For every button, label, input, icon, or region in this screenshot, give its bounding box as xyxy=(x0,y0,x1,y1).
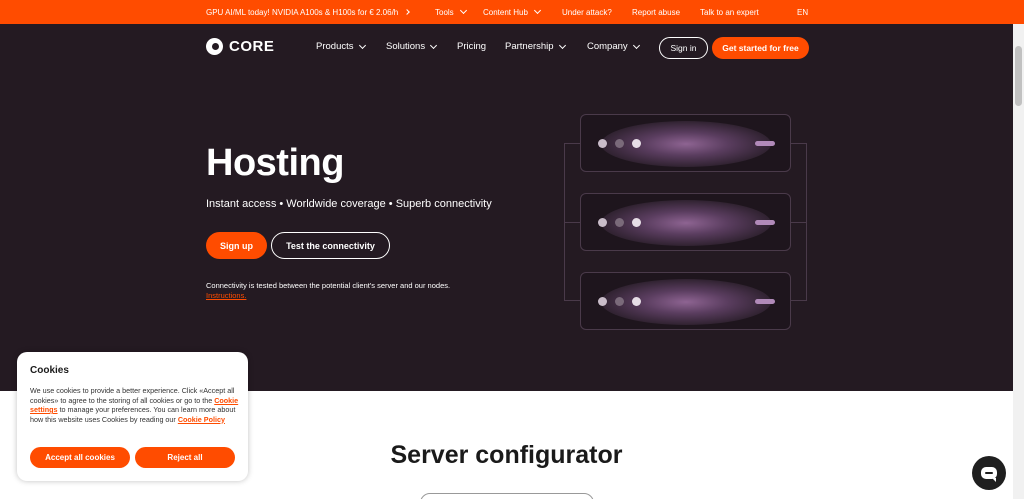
chevron-down-icon xyxy=(459,6,467,15)
server-light xyxy=(632,297,641,306)
server-indicator xyxy=(755,220,775,225)
server-glow xyxy=(601,121,771,167)
hero-subtitle: Instant access • Worldwide coverage • Su… xyxy=(206,198,492,210)
nav-products[interactable]: Products xyxy=(316,41,366,52)
nav-products-label: Products xyxy=(316,41,354,52)
nav-partnership-label: Partnership xyxy=(505,41,554,52)
cookie-policy-link[interactable]: Cookie Policy xyxy=(178,415,225,424)
nav-pricing[interactable]: Pricing xyxy=(457,41,486,52)
sign-up-button[interactable]: Sign up xyxy=(206,232,267,259)
promo-text: GPU AI/ML today! NVIDIA A100s & H100s fo… xyxy=(206,7,399,17)
server-icon xyxy=(580,114,791,172)
server-light xyxy=(632,218,641,227)
report-abuse-link[interactable]: Report abuse xyxy=(632,0,680,24)
cookie-banner: Cookies We use cookies to provide a bett… xyxy=(17,352,248,481)
hero-title: Hosting xyxy=(206,142,344,184)
chevron-down-icon xyxy=(632,41,640,49)
chevron-down-icon xyxy=(430,41,438,49)
server-icon xyxy=(580,193,791,251)
server-light xyxy=(615,297,624,306)
chevron-down-icon xyxy=(358,41,366,49)
chevron-right-icon xyxy=(404,9,411,15)
page-scrollbar[interactable] xyxy=(1013,24,1024,499)
under-attack-link[interactable]: Under attack? xyxy=(562,0,612,24)
instructions-link[interactable]: Instructions. xyxy=(206,291,246,300)
server-light xyxy=(615,218,624,227)
language-selector[interactable]: EN xyxy=(797,0,808,24)
logo-text: CORE xyxy=(229,38,275,55)
scrollbar-thumb[interactable] xyxy=(1015,46,1022,106)
nav-pricing-label: Pricing xyxy=(457,41,487,52)
connector-right-mid xyxy=(790,222,807,223)
tools-menu[interactable]: Tools xyxy=(435,0,467,24)
report-abuse-label: Report abuse xyxy=(632,7,681,17)
server-glow xyxy=(601,200,771,246)
top-bar: GPU AI/ML today! NVIDIA A100s & H100s fo… xyxy=(0,0,1024,24)
accept-all-cookies-button[interactable]: Accept all cookies xyxy=(30,447,130,468)
core-logo-icon xyxy=(206,38,223,55)
chat-button[interactable] xyxy=(972,456,1006,490)
content-hub-menu[interactable]: Content Hub xyxy=(483,0,541,24)
nav-company[interactable]: Company xyxy=(587,41,640,52)
sign-in-button[interactable]: Sign in xyxy=(659,37,708,59)
connector-left-mid xyxy=(564,222,581,223)
chevron-down-icon xyxy=(533,6,541,15)
talk-to-expert-label: Talk to an expert xyxy=(700,7,759,17)
under-attack-label: Under attack? xyxy=(562,7,612,17)
tools-label: Tools xyxy=(435,7,454,17)
cookie-text-part: We use cookies to provide a better exper… xyxy=(30,386,235,405)
cookie-text: We use cookies to provide a better exper… xyxy=(30,386,240,424)
connectivity-note-text: Connectivity is tested between the poten… xyxy=(206,281,451,290)
server-light xyxy=(598,218,607,227)
chevron-down-icon xyxy=(558,41,566,49)
talk-to-expert-link[interactable]: Talk to an expert xyxy=(700,0,759,24)
nav-solutions[interactable]: Solutions xyxy=(386,41,438,52)
language-label: EN xyxy=(797,7,809,17)
server-indicator xyxy=(755,299,775,304)
nav-partnership[interactable]: Partnership xyxy=(505,41,566,52)
server-light xyxy=(598,139,607,148)
server-glow xyxy=(601,279,771,325)
server-icon xyxy=(580,272,791,330)
server-light xyxy=(632,139,641,148)
cookie-title: Cookies xyxy=(30,365,69,376)
server-light xyxy=(615,139,624,148)
server-light xyxy=(598,297,607,306)
get-started-button[interactable]: Get started for free xyxy=(712,37,809,59)
content-hub-label: Content Hub xyxy=(483,7,528,17)
chat-icon xyxy=(981,467,997,482)
server-indicator xyxy=(755,141,775,146)
hero-section xyxy=(0,24,1013,391)
connectivity-note: Connectivity is tested between the poten… xyxy=(206,281,450,301)
nav-company-label: Company xyxy=(587,41,628,52)
test-connectivity-button[interactable]: Test the connectivity xyxy=(271,232,390,259)
nav-solutions-label: Solutions xyxy=(386,41,426,52)
promo-link[interactable]: GPU AI/ML today! NVIDIA A100s & H100s fo… xyxy=(206,0,411,24)
reject-all-button[interactable]: Reject all xyxy=(135,447,235,468)
logo[interactable]: CORE xyxy=(206,38,274,55)
configurator-tab-switch[interactable] xyxy=(420,493,594,499)
